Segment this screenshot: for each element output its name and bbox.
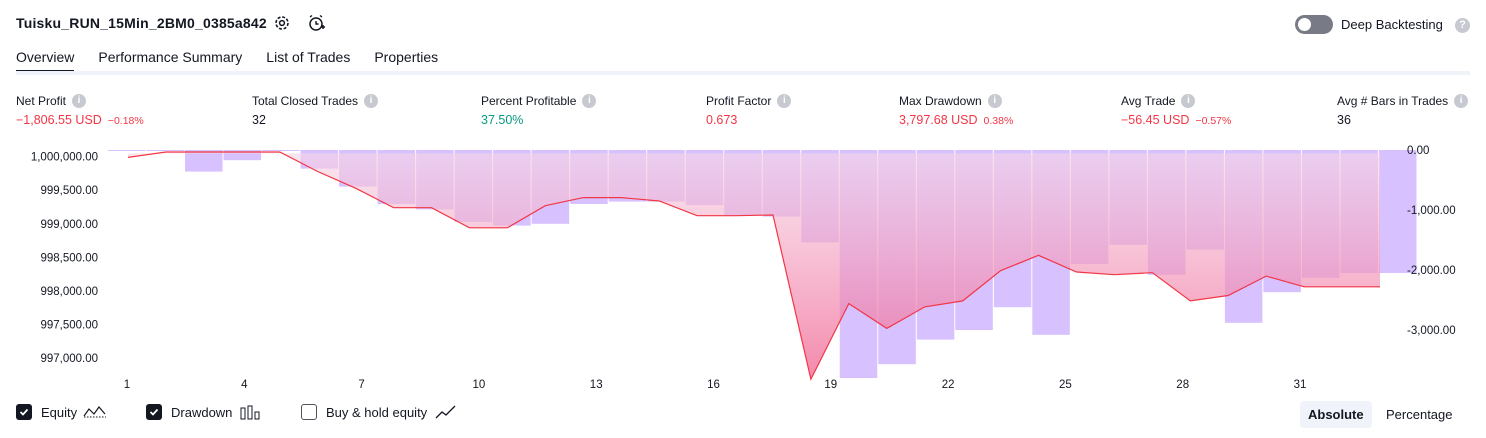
info-icon[interactable]: i	[582, 94, 597, 108]
metric-value: −1,806.55 USD	[16, 113, 102, 127]
metric-value: 36	[1337, 113, 1351, 127]
equity-area	[128, 152, 1380, 380]
alarm-add-icon[interactable]	[307, 14, 325, 32]
x-axis-tick: 1	[124, 379, 130, 390]
x-axis-tick: 22	[942, 379, 955, 390]
x-axis-tick: 25	[1059, 379, 1072, 390]
metric-percent: −0.18%	[107, 115, 144, 127]
legend-label: Buy & hold equity	[326, 404, 428, 420]
info-icon[interactable]: i	[1454, 94, 1469, 108]
info-icon[interactable]: i	[364, 94, 379, 108]
right-axis-tick: -2,000.00	[1407, 265, 1456, 277]
tab-performance-summary[interactable]: Performance Summary	[98, 49, 242, 73]
metric-label: Max Drawdown	[899, 94, 982, 108]
x-axis-tick: 10	[473, 379, 486, 390]
equity-drawdown-chart[interactable]: 1,000,000.00 999,500.00 999,000.00 998,500.…	[0, 140, 1486, 390]
metric-value: 37.50%	[481, 113, 524, 127]
equity-line-icon	[83, 406, 107, 418]
metric-label: Net Profit	[16, 94, 67, 108]
tab-divider	[16, 71, 1470, 75]
absolute-button[interactable]: Absolute	[1300, 401, 1372, 428]
metric-label: Profit Factor	[706, 94, 772, 108]
metric-label: Total Closed Trades	[252, 94, 359, 108]
metric-net-profit: Net Profit i −1,806.55 USD −0.18%	[16, 94, 144, 127]
legend-label: Equity	[41, 404, 78, 420]
left-axis-tick: 998,000.00	[40, 286, 98, 298]
tab-bar: Overview Performance Summary List of Tra…	[16, 49, 462, 73]
checkbox-buy-hold[interactable]	[301, 404, 317, 420]
left-axis-tick: 998,500.00	[40, 252, 98, 264]
legend-equity[interactable]: Equity	[16, 404, 107, 420]
x-axis-tick: 31	[1294, 379, 1307, 390]
legend-label: Drawdown	[171, 404, 233, 420]
x-axis-tick: 13	[590, 379, 603, 390]
help-icon[interactable]: ?	[1455, 18, 1470, 33]
drawdown-bars-icon	[240, 405, 260, 420]
metric-label: Avg Trade	[1121, 94, 1176, 108]
deep-backtesting-label: Deep Backtesting	[1341, 17, 1443, 32]
right-axis-tick: 0.00	[1407, 145, 1429, 157]
right-axis-tick: -1,000.00	[1407, 205, 1456, 217]
metric-max-drawdown: Max Drawdown i 3,797.68 USD 0.38%	[899, 94, 1013, 127]
gear-icon[interactable]	[273, 14, 291, 32]
metric-value: 32	[252, 113, 266, 127]
left-axis-tick: 997,500.00	[40, 319, 98, 331]
info-icon[interactable]: i	[777, 94, 792, 108]
x-axis-tick: 28	[1176, 379, 1189, 390]
metric-percent: −0.57%	[1195, 115, 1232, 127]
tab-properties[interactable]: Properties	[374, 49, 438, 73]
drawdown-bar	[108, 150, 146, 151]
info-icon[interactable]: i	[987, 94, 1002, 108]
left-axis-tick: 1,000,000.00	[31, 152, 98, 164]
legend-drawdown[interactable]: Drawdown	[146, 404, 260, 420]
x-axis-tick: 16	[707, 379, 720, 390]
metric-label: Avg # Bars in Trades	[1337, 94, 1449, 108]
left-axis: 1,000,000.00 999,500.00 999,000.00 998,500.…	[31, 152, 98, 365]
checkbox-equity[interactable]	[16, 404, 32, 420]
buy-hold-line-icon	[435, 405, 456, 419]
metric-total-closed-trades: Total Closed Trades i 32	[252, 94, 379, 127]
left-axis-tick: 997,000.00	[40, 353, 98, 365]
metric-value: 0.673	[706, 113, 738, 127]
checkbox-drawdown[interactable]	[146, 404, 162, 420]
right-axis-tick: -3,000.00	[1407, 325, 1456, 337]
left-axis-tick: 999,500.00	[40, 185, 98, 197]
tab-overview[interactable]: Overview	[16, 49, 75, 73]
deep-backtesting-toggle[interactable]	[1295, 15, 1333, 34]
x-axis: 1 4 7 10 13 16 19 22 25 28 31	[124, 379, 1307, 390]
info-icon[interactable]: i	[72, 94, 87, 108]
strategy-name: Tuisku_RUN_15Min_2BM0_0385a842	[16, 15, 267, 31]
metric-percent-profitable: Percent Profitable i 37.50%	[481, 94, 597, 127]
metric-percent: 0.38%	[983, 115, 1014, 127]
drawdown-bar	[262, 150, 300, 151]
toggle-knob	[1298, 18, 1311, 31]
x-axis-tick: 7	[358, 379, 364, 390]
percentage-button[interactable]: Percentage	[1378, 401, 1461, 428]
metric-value: −56.45 USD	[1121, 113, 1190, 127]
metric-profit-factor: Profit Factor i 0.673	[706, 94, 792, 127]
metric-label: Percent Profitable	[481, 94, 577, 108]
legend-buy-hold[interactable]: Buy & hold equity	[301, 404, 457, 420]
left-axis-tick: 999,000.00	[40, 219, 98, 231]
x-axis-tick: 4	[241, 379, 248, 390]
tab-list-of-trades[interactable]: List of Trades	[266, 49, 350, 73]
x-axis-tick: 19	[824, 379, 837, 390]
info-icon[interactable]: i	[1181, 94, 1196, 108]
metric-avg-bars-in-trades: Avg # Bars in Trades i 36	[1337, 94, 1469, 127]
drawdown-bar	[146, 150, 185, 151]
metric-avg-trade: Avg Trade i −56.45 USD −0.57%	[1121, 94, 1231, 127]
metric-value: 3,797.68 USD	[899, 113, 978, 127]
